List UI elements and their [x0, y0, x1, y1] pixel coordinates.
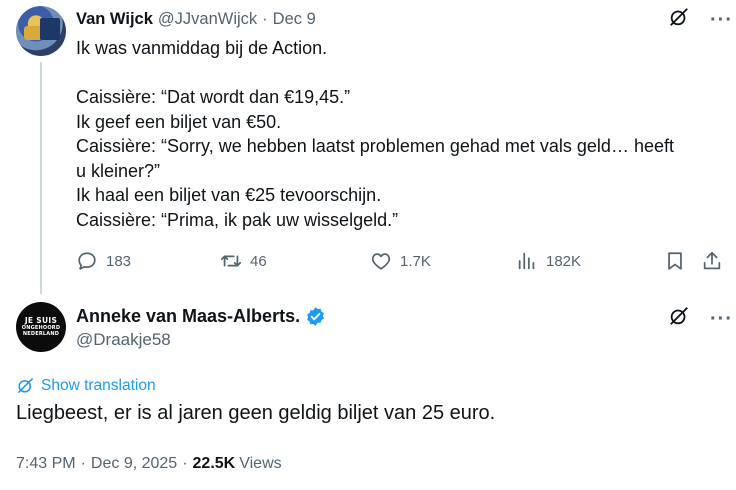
like-count: 1.7K	[400, 252, 431, 270]
show-translation-link[interactable]: Show translation	[16, 376, 156, 395]
tweet-top-icons: ···	[668, 6, 733, 33]
tweet-time[interactable]: 7:43 PM	[16, 455, 76, 473]
tweet-text: Liegbeest, er is al jaren geen geldig bi…	[16, 402, 496, 424]
more-icon[interactable]: ···	[710, 10, 733, 30]
views-icon	[518, 252, 535, 270]
thread-connector-line	[40, 62, 42, 294]
author-name[interactable]: Van Wijck	[76, 10, 153, 29]
like-button[interactable]: 1.7K	[370, 250, 431, 272]
tweet-date[interactable]: Dec 9	[273, 10, 316, 29]
separator: ·	[182, 455, 188, 472]
avatar[interactable]: JE SUIS ONGEHOORD NEDERLAND	[16, 302, 66, 352]
retweet-count: 46	[250, 252, 267, 270]
tweet-text-line: Caissière: “Sorry, we hebben laatst prob…	[76, 136, 674, 156]
tweet-header: Van Wijck @JJvanWijck · Dec 9	[76, 8, 316, 30]
views-count: 182K	[546, 252, 582, 270]
tweet-text-line: u kleiner?”	[76, 160, 161, 181]
tweet-text-line: Caissière: “Dat wordt dan €19,45.”	[76, 87, 351, 107]
bookmark-button[interactable]	[664, 250, 686, 272]
tweet-action-bar: 183 46 1.7K 182K	[76, 250, 726, 276]
show-translation-label: Show translation	[41, 376, 156, 394]
like-icon	[371, 253, 391, 270]
tweet-text-line: Ik was vanmiddag bij de Action.	[76, 38, 328, 58]
avatar-text: NEDERLAND	[22, 331, 60, 337]
views-button[interactable]: 182K	[516, 250, 581, 272]
retweet-button[interactable]: 46	[220, 250, 267, 272]
tweet-text-line: Ik geef een biljet van €50.	[76, 111, 282, 132]
reply-button[interactable]: 183	[76, 250, 131, 272]
tweet-text-line	[76, 61, 716, 86]
avatar-detail	[40, 18, 60, 40]
avatar[interactable]	[16, 6, 66, 56]
tweet-text-line: Ik haal een biljet van €25 tevoorschijn.	[76, 185, 382, 205]
separator: ·	[262, 9, 268, 28]
verified-badge-icon[interactable]	[305, 306, 326, 327]
views-count: 22.5K	[192, 455, 236, 472]
translate-icon	[17, 377, 34, 394]
tweet-author-row: Anneke van Maas-Alberts.	[76, 304, 326, 328]
tweet-meta: 7:43 PM · Dec 9, 2025 · 22.5K Views	[16, 455, 282, 473]
tweet-text: Ik was vanmiddag bij de Action. Caissièr…	[76, 36, 716, 232]
grok-icon[interactable]	[668, 6, 690, 33]
tweet-date[interactable]: Dec 9, 2025	[91, 455, 177, 473]
more-icon[interactable]: ···	[710, 309, 733, 329]
author-handle[interactable]: @Draakje58	[76, 330, 171, 350]
tweet-top-icons: ···	[668, 305, 733, 332]
bookmark-icon	[668, 252, 682, 270]
parent-tweet: Van Wijck @JJvanWijck · Dec 9 ··· Ik was…	[0, 0, 736, 294]
author-name[interactable]: Anneke van Maas-Alberts.	[76, 306, 300, 327]
retweet-icon	[220, 255, 242, 267]
reply-icon	[78, 252, 96, 270]
separator: ·	[80, 455, 86, 472]
reply-count: 183	[106, 252, 132, 270]
share-button[interactable]	[701, 250, 723, 272]
share-icon	[703, 251, 721, 270]
views-label: Views	[239, 455, 282, 472]
tweet-text-line: Caissière: “Prima, ik pak uw wisselgeld.…	[76, 209, 399, 230]
grok-icon[interactable]	[668, 305, 690, 332]
author-handle[interactable]: @JJvanWijck	[158, 10, 257, 29]
avatar-text: JE SUIS	[24, 316, 58, 325]
